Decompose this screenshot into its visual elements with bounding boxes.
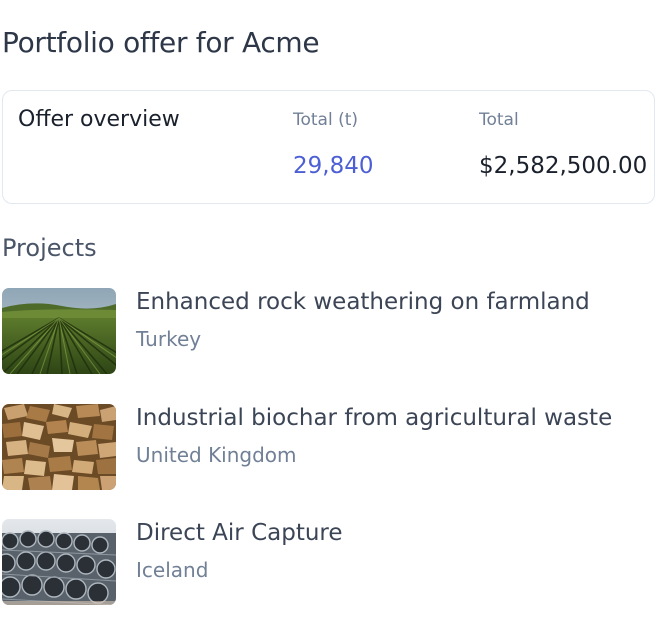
project-item-direct-air-capture[interactable]: Direct Air Capture Iceland — [2, 519, 642, 607]
farmland-photo — [2, 288, 116, 374]
project-item-biochar[interactable]: Industrial biochar from agricultural was… — [2, 404, 642, 492]
project-country: Iceland — [136, 558, 209, 582]
total-tonnes-value: 29,840 — [293, 153, 374, 179]
wood-chips-photo — [2, 404, 116, 490]
project-country: Turkey — [136, 327, 202, 351]
air-capture-fans-photo — [2, 519, 116, 605]
total-price-value: $2,582,500.00 — [479, 153, 648, 179]
project-country: United Kingdom — [136, 443, 297, 467]
projects-section-title: Projects — [2, 234, 97, 262]
offer-overview-card: Offer overview Total (t) 29,840 Total $2… — [2, 90, 655, 204]
project-item-farmland[interactable]: Enhanced rock weathering on farmland Tur… — [2, 288, 642, 376]
page-title: Portfolio offer for Acme — [2, 26, 320, 59]
offer-overview-title: Offer overview — [18, 107, 180, 132]
project-name: Enhanced rock weathering on farmland — [136, 289, 590, 315]
total-tonnes-label: Total (t) — [293, 110, 359, 130]
project-name: Direct Air Capture — [136, 520, 343, 546]
project-name: Industrial biochar from agricultural was… — [136, 405, 613, 431]
total-price-label: Total — [479, 110, 519, 130]
